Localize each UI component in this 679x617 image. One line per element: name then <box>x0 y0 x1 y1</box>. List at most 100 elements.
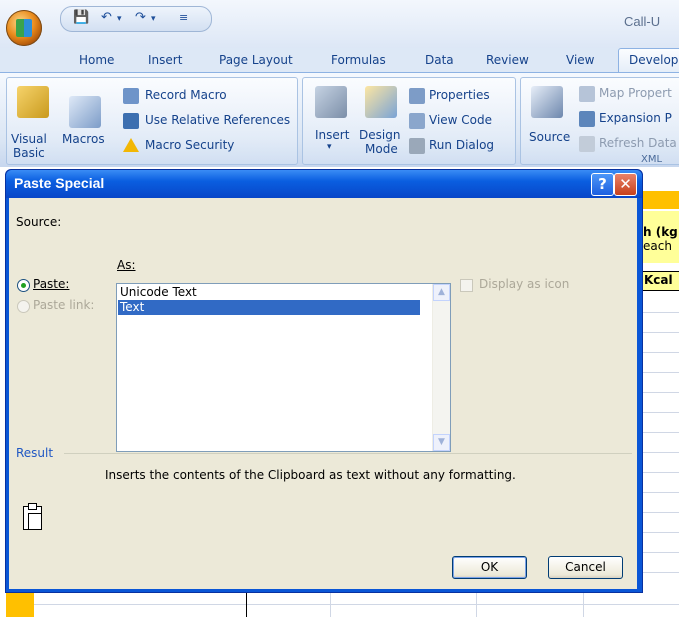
display-as-icon-label: Display as icon <box>479 277 570 291</box>
save-icon[interactable]: 💾 <box>73 10 89 25</box>
properties-button[interactable]: Properties <box>429 88 490 102</box>
tab-data[interactable]: Data <box>425 53 454 67</box>
xml-source-icon <box>531 86 563 118</box>
result-description: Inserts the contents of the Clipboard as… <box>105 468 516 482</box>
relative-references-icon <box>123 113 139 129</box>
grid-line <box>641 452 679 453</box>
customize-qat-icon[interactable]: ≡ <box>179 11 188 24</box>
grid-line <box>641 392 679 393</box>
grid-line <box>641 572 679 573</box>
view-code-button[interactable]: View Code <box>429 113 492 127</box>
xml-group: Source Map Propert Expansion P Refresh D… <box>520 77 679 165</box>
help-button[interactable]: ? <box>591 173 614 196</box>
grid-line <box>641 532 679 533</box>
grid-line <box>246 591 247 617</box>
visual-basic-label2: Basic <box>13 146 45 160</box>
header-cell-bg <box>641 191 679 209</box>
dialog-title-bar[interactable]: Paste Special ? ✕ <box>6 170 642 198</box>
expansion-packs-button[interactable]: Expansion P <box>599 111 672 125</box>
refresh-data-button[interactable]: Refresh Data <box>599 136 677 150</box>
tab-insert[interactable]: Insert <box>148 53 182 67</box>
kcal-cell: Kcal <box>641 271 679 291</box>
grid-line <box>476 591 477 617</box>
macro-security-button[interactable]: Macro Security <box>145 138 234 152</box>
redo-icon[interactable]: ↷ <box>135 10 146 25</box>
map-properties-icon <box>579 86 595 102</box>
paste-link-radio <box>17 300 30 313</box>
controls-group: Insert ▾ Design Mode Properties View Cod… <box>302 77 516 165</box>
ribbon: Visual Basic Macros Record Macro Use Rel… <box>0 72 679 168</box>
header-text-1: h (kg <box>643 225 678 239</box>
expansion-packs-icon <box>579 111 595 127</box>
scroll-down-button[interactable]: ▼ <box>433 434 450 451</box>
grid-line <box>641 512 679 513</box>
office-logo-icon <box>16 19 32 37</box>
design-mode-label2: Mode <box>365 142 398 156</box>
header-cell: h (kg each <box>641 211 679 263</box>
map-properties-button[interactable]: Map Propert <box>599 86 672 100</box>
grid-line <box>641 472 679 473</box>
paste-link-label: Paste link: <box>33 298 95 312</box>
clipboard-page <box>28 513 42 530</box>
run-dialog-icon <box>409 138 425 154</box>
xml-source-button[interactable]: Source <box>529 130 570 144</box>
tab-developer-label: Develop <box>629 53 679 67</box>
undo-dropdown-icon[interactable]: ▾ <box>117 14 122 24</box>
office-button[interactable] <box>6 10 42 46</box>
record-macro-button[interactable]: Record Macro <box>145 88 227 102</box>
paste-special-dialog: Paste Special ? ✕ Source: As: Paste: Pas… <box>5 169 643 593</box>
macros-button[interactable]: Macros <box>62 132 105 146</box>
format-listbox[interactable]: Unicode Text Text ▲ ▼ <box>116 283 451 452</box>
properties-icon <box>409 88 425 104</box>
window-title: Call-U <box>624 14 661 29</box>
format-option-unicode-text[interactable]: Unicode Text <box>118 285 420 300</box>
display-as-icon-checkbox <box>460 279 473 292</box>
dialog-body: Source: As: Paste: Paste link: Unicode T… <box>9 198 637 589</box>
design-mode-icon <box>365 86 397 118</box>
refresh-data-icon <box>579 136 595 152</box>
grid-line <box>641 372 679 373</box>
tab-view[interactable]: View <box>566 53 594 67</box>
ribbon-tabs: Home Insert Page Layout Formulas Data Re… <box>0 48 679 72</box>
scroll-up-button[interactable]: ▲ <box>433 284 450 301</box>
cancel-button[interactable]: Cancel <box>548 556 623 579</box>
grid-line <box>641 412 679 413</box>
header-text-2: each <box>643 239 672 253</box>
visual-basic-button[interactable]: Visual <box>11 132 47 146</box>
tab-review[interactable]: Review <box>486 53 529 67</box>
header-text-3: Kcal <box>644 273 673 287</box>
undo-icon[interactable]: ↶ <box>101 10 112 25</box>
format-option-text[interactable]: Text <box>118 300 420 315</box>
row-header-cell <box>6 591 34 617</box>
tab-home[interactable]: Home <box>79 53 114 67</box>
as-label: As: <box>117 258 136 272</box>
tab-developer[interactable]: Develop <box>618 48 679 73</box>
tab-formulas[interactable]: Formulas <box>331 53 386 67</box>
grid-line <box>641 552 679 553</box>
visual-basic-icon <box>17 86 49 118</box>
grid-line <box>583 591 584 617</box>
dialog-title: Paste Special <box>14 175 105 191</box>
macro-security-icon <box>123 138 139 152</box>
grid-line <box>641 432 679 433</box>
result-label: Result <box>16 446 54 460</box>
paste-radio-label[interactable]: Paste: <box>33 277 69 291</box>
xml-group-label: XML <box>641 154 663 165</box>
listbox-scrollbar[interactable]: ▲ ▼ <box>432 284 450 451</box>
code-group: Visual Basic Macros Record Macro Use Rel… <box>6 77 298 165</box>
paste-radio[interactable] <box>17 279 30 292</box>
tab-page-layout[interactable]: Page Layout <box>219 53 293 67</box>
macros-icon <box>69 96 101 128</box>
quick-access-toolbar: 💾 ↶ ▾ ↷ ▾ ≡ <box>60 6 212 32</box>
design-mode-button[interactable]: Design <box>359 128 400 142</box>
redo-dropdown-icon[interactable]: ▾ <box>151 14 156 24</box>
clipboard-icon <box>23 503 42 530</box>
grid-line <box>641 312 679 313</box>
insert-controls-button[interactable]: Insert <box>315 128 349 142</box>
use-relative-references-button[interactable]: Use Relative References <box>145 113 290 127</box>
close-button[interactable]: ✕ <box>614 173 637 196</box>
run-dialog-button[interactable]: Run Dialog <box>429 138 494 152</box>
grid-line <box>641 492 679 493</box>
ok-button[interactable]: OK <box>452 556 527 579</box>
clipboard-clip <box>28 503 37 510</box>
